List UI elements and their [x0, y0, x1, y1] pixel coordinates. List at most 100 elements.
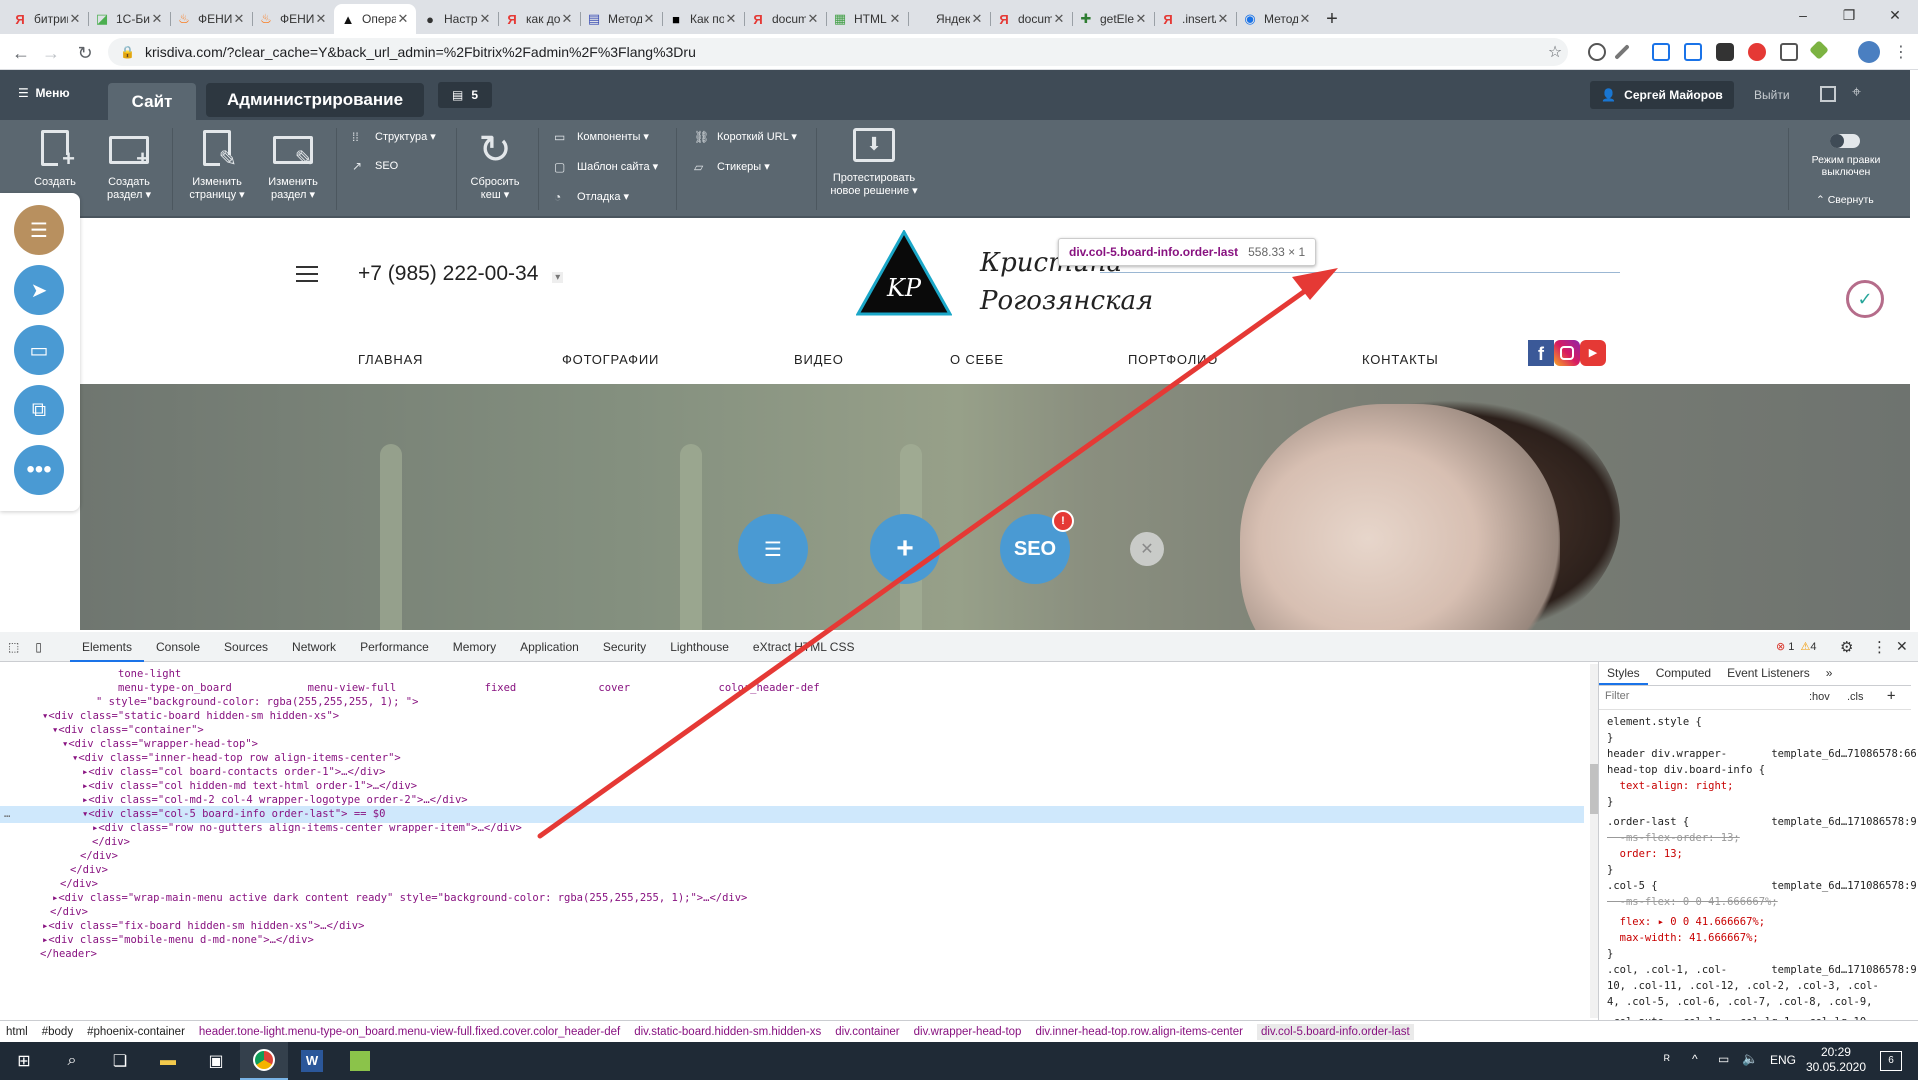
forward-icon[interactable]: → [40, 42, 62, 64]
phone-number[interactable]: +7 (985) 222-00-34 ▾ [358, 262, 564, 286]
crop-icon[interactable] [1684, 43, 1702, 61]
file-explorer-icon[interactable]: ▬ [144, 1042, 192, 1080]
edit-mode-toggle[interactable] [1830, 134, 1860, 148]
styles-tab[interactable]: » [1818, 662, 1841, 685]
tab-close-icon[interactable]: ✕ [478, 11, 492, 27]
site-logo[interactable]: KP [856, 230, 952, 316]
edit-page-button[interactable]: ✎ Изменить страницу ▾ [180, 128, 254, 202]
breadcrumb-item[interactable]: #phoenix-container [87, 1026, 185, 1038]
system-clock[interactable]: 20:29 30.05.2020 [1806, 1045, 1866, 1075]
browser-tab[interactable]: Ябитрик ✕ [6, 4, 88, 34]
reset-cache-button[interactable]: ↻ Сбросить кеш ▾ [458, 128, 532, 202]
device-toolbar-icon[interactable]: ▯ [27, 632, 50, 662]
browser-tab[interactable]: Яdocume✕ [744, 4, 826, 34]
add-rule-icon[interactable]: + [1887, 688, 1895, 704]
browser-tab[interactable]: ● Настро✕ [416, 4, 498, 34]
dom-node[interactable]: ▸<div class="wrap-main-menu active dark … [0, 890, 747, 907]
browser-tab[interactable]: Я .insertA✕ [1154, 4, 1236, 34]
network-icon[interactable]: ▭ [1718, 1052, 1729, 1066]
tab-close-icon[interactable]: ✕ [150, 11, 164, 27]
devtools-tab-application[interactable]: Application [508, 632, 591, 662]
check-badge-icon[interactable]: ✓ [1846, 280, 1884, 318]
browser-tab[interactable]: ▲ Операц✕ [334, 4, 416, 34]
task-view-icon[interactable]: ❏ [96, 1042, 144, 1080]
nav-photos[interactable]: ФОТОГРАФИИ [562, 352, 659, 367]
seo-button[interactable]: SEO ! [1000, 510, 1074, 584]
tab-site[interactable]: Сайт [108, 83, 196, 120]
devtools-close-icon[interactable]: ✕ [1896, 638, 1908, 655]
browser-tab[interactable]: Якак доб✕ [498, 4, 580, 34]
phone-dropdown-icon[interactable]: ▾ [552, 272, 564, 283]
extension-icon[interactable] [1748, 43, 1766, 61]
windows-start-icon[interactable]: ⊞ [0, 1042, 48, 1080]
template-button[interactable]: ▢ Шаблон сайта ▾ [554, 160, 658, 174]
more-menu-icon[interactable]: ⋮ [1890, 42, 1912, 64]
extension-icon[interactable] [1809, 40, 1829, 60]
tab-close-icon[interactable]: ✕ [642, 11, 656, 27]
nav-portfolio[interactable]: ПОРТФОЛИО [1128, 352, 1218, 367]
tab-close-icon[interactable]: ✕ [1298, 11, 1312, 27]
styles-tab[interactable]: Event Listeners [1719, 662, 1818, 685]
logout-link[interactable]: Выйти [1754, 88, 1790, 102]
elements-tree[interactable]: tone-light menu-type-on_board menu-view-f… [0, 662, 1584, 1020]
extension-icon[interactable] [1652, 43, 1670, 61]
tab-close-icon[interactable]: ✕ [806, 11, 820, 27]
nav-video[interactable]: ВИДЕО [794, 352, 844, 367]
tab-close-icon[interactable]: ✕ [396, 11, 410, 27]
debug-button[interactable]: ◔ Отладка ▾ [554, 190, 629, 204]
stickers-button[interactable]: ▱ Стикеры ▾ [694, 160, 770, 174]
browser-tab[interactable]: ◉ Метод ✕ [1236, 4, 1318, 34]
avatar[interactable] [1858, 41, 1880, 63]
inspect-element-icon[interactable]: ⬚ [0, 632, 27, 662]
edit-section-button[interactable]: ✎ Изменить раздел ▾ [256, 128, 330, 202]
breadcrumb-item[interactable]: header.tone-light.menu-type-on_board.men… [199, 1026, 620, 1038]
url-input[interactable]: 🔒 krisdiva.com/?clear_cache=Y&back_url_a… [108, 38, 1568, 66]
breadcrumb-item[interactable]: div.container [835, 1026, 899, 1038]
devtools-tab-performance[interactable]: Performance [348, 632, 441, 662]
facebook-icon[interactable]: f [1528, 340, 1554, 366]
breadcrumb-item[interactable]: html [6, 1026, 28, 1038]
breadcrumb-item[interactable]: div.static-board.hidden-sm.hidden-xs [634, 1026, 821, 1038]
breadcrumb-item[interactable]: div.col-5.board-info.order-last [1256, 1023, 1414, 1040]
minimize-icon[interactable]: – [1780, 0, 1826, 30]
breadcrumb-item[interactable]: div.wrapper-head-top [914, 1026, 1022, 1038]
volume-icon[interactable]: 🔈 [1742, 1051, 1758, 1067]
cls-toggle[interactable]: .cls [1847, 691, 1864, 703]
styles-tab[interactable]: Computed [1648, 662, 1719, 685]
styles-tab[interactable]: Styles [1599, 662, 1648, 685]
browser-tab[interactable]: ▦ HTML D✕ [826, 4, 908, 34]
dom-node[interactable]: </header> [0, 946, 97, 963]
tab-close-icon[interactable]: ✕ [1134, 11, 1148, 27]
devtools-tab-extract-html-css[interactable]: eXtract HTML CSS [741, 632, 867, 662]
devtools-tab-security[interactable]: Security [591, 632, 658, 662]
close-window-icon[interactable]: ✕ [1872, 0, 1918, 30]
devtools-tab-memory[interactable]: Memory [441, 632, 508, 662]
collapse-button[interactable]: ⌃ Свернуть [1816, 194, 1874, 206]
seo-button[interactable]: ↗ SEO [352, 160, 398, 172]
short-url-button[interactable]: ⛓ Короткий URL ▾ [694, 130, 797, 144]
notification-center-icon[interactable]: 6 [1880, 1051, 1902, 1071]
pin-icon[interactable]: ⌖ [1852, 84, 1861, 102]
devtools-tab-network[interactable]: Network [280, 632, 348, 662]
settings-icon[interactable] [1820, 86, 1836, 102]
tab-close-icon[interactable]: ✕ [1052, 11, 1066, 27]
tab-close-icon[interactable]: ✕ [232, 11, 246, 27]
devtools-tab-lighthouse[interactable]: Lighthouse [658, 632, 741, 662]
youtube-icon[interactable]: ▶ [1580, 340, 1606, 366]
devtools-tab-console[interactable]: Console [144, 632, 212, 662]
tray-chevron-icon[interactable]: ^ [1692, 1052, 1698, 1066]
close-panel-button[interactable]: ✕ [1130, 532, 1164, 566]
components-button[interactable]: ▭ Компоненты ▾ [554, 130, 649, 144]
send-button[interactable]: ➤ [14, 265, 64, 315]
create-section-button[interactable]: + Создать раздел ▾ [92, 128, 166, 202]
devtools-menu-icon[interactable]: ⋮ [1872, 638, 1887, 656]
browser-tab[interactable]: ▤ Метод ✕ [580, 4, 662, 34]
word-icon[interactable]: W [288, 1042, 336, 1080]
camera-icon[interactable] [1780, 43, 1798, 61]
tab-close-icon[interactable]: ✕ [68, 11, 82, 27]
add-button[interactable]: + [870, 514, 940, 584]
devtools-settings-icon[interactable]: ⚙ [1840, 638, 1853, 656]
browser-tab[interactable]: Яндекс✕ [908, 4, 990, 34]
browser-tab[interactable]: ✚ getElem✕ [1072, 4, 1154, 34]
styles-filter-input[interactable] [1605, 690, 1775, 702]
